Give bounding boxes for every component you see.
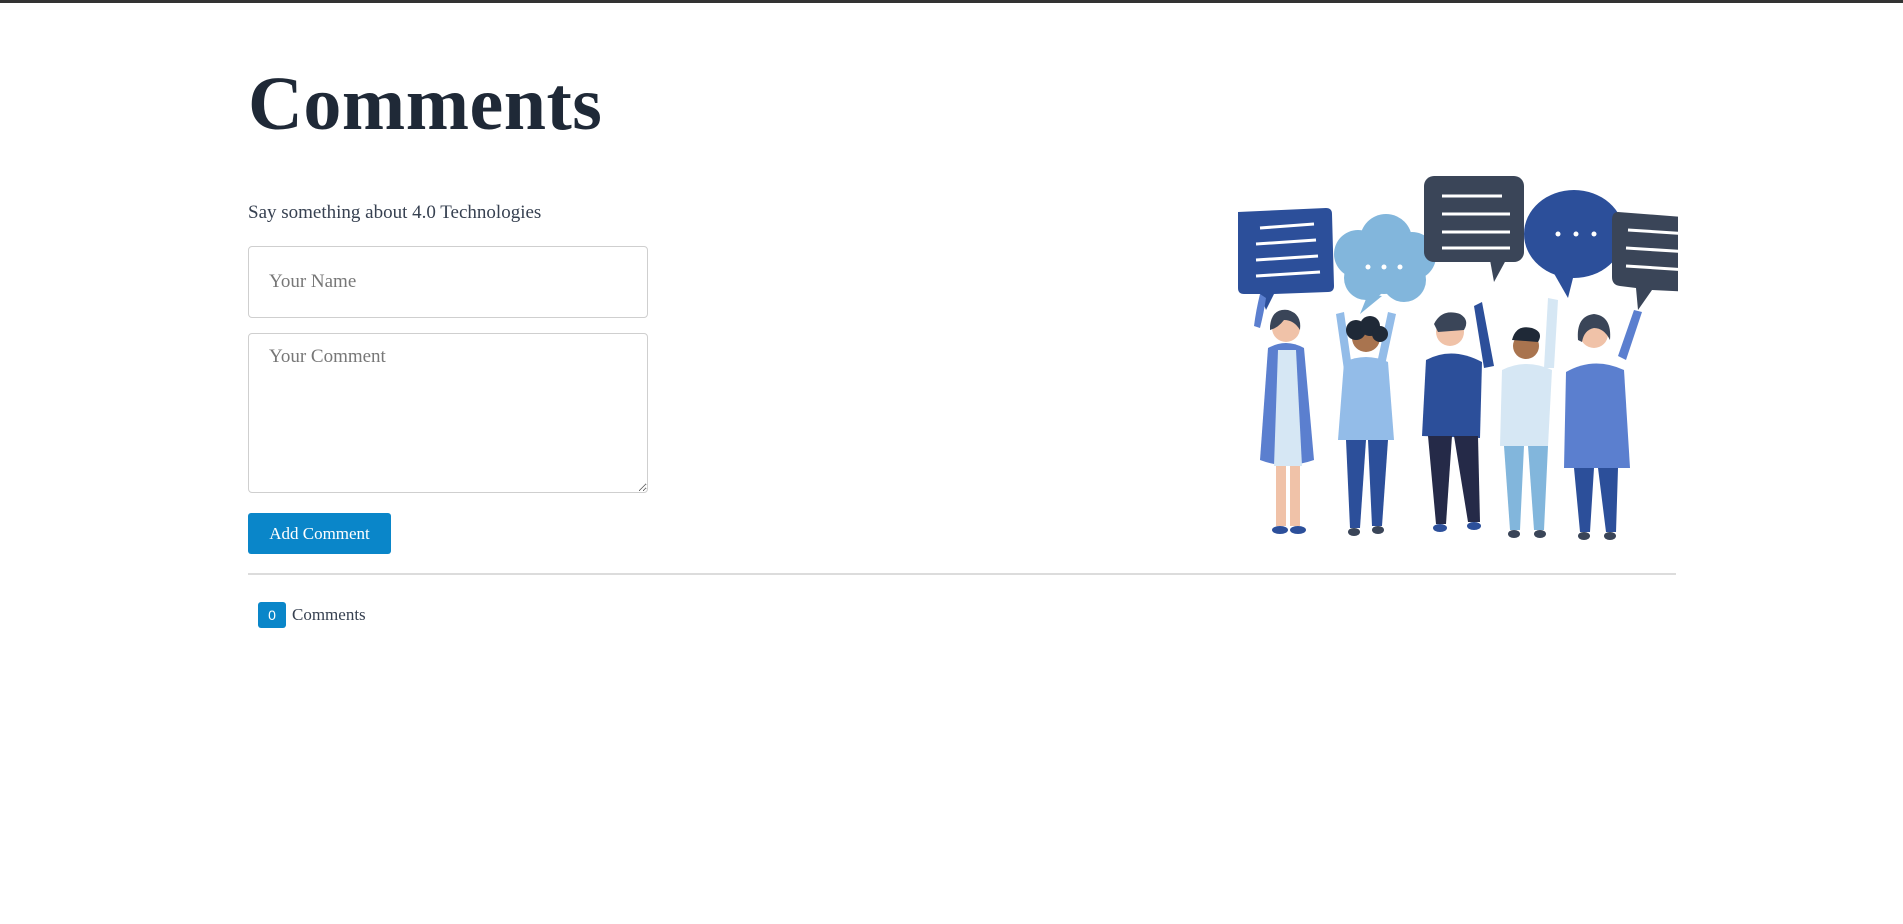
chat-bubble-icon	[1524, 190, 1624, 298]
message-bubble-icon	[1424, 176, 1524, 282]
add-comment-button[interactable]: Add Comment	[248, 513, 391, 554]
person-figure	[1500, 298, 1558, 538]
comments-section: Comments Say something about 4.0 Technol…	[248, 0, 1678, 924]
page-subtitle: Say something about 4.0 Technologies	[248, 202, 542, 223]
comment-textarea[interactable]	[248, 333, 648, 493]
comment-count-row: 0 Comments	[258, 602, 366, 628]
person-figure	[1564, 310, 1642, 540]
person-figure	[1254, 294, 1314, 534]
page-title: Comments	[248, 62, 603, 146]
person-figure	[1422, 302, 1494, 532]
divider	[248, 573, 1676, 575]
thought-bubble-icon	[1334, 214, 1436, 314]
person-figure	[1336, 312, 1396, 536]
people-with-speech-bubbles-illustration	[1238, 176, 1678, 540]
comment-count-label: Comments	[292, 605, 366, 624]
speech-bubble-icon	[1238, 208, 1334, 310]
comment-count-badge: 0	[258, 602, 286, 628]
name-input[interactable]	[248, 246, 648, 318]
comment-bubble-icon	[1612, 212, 1678, 310]
